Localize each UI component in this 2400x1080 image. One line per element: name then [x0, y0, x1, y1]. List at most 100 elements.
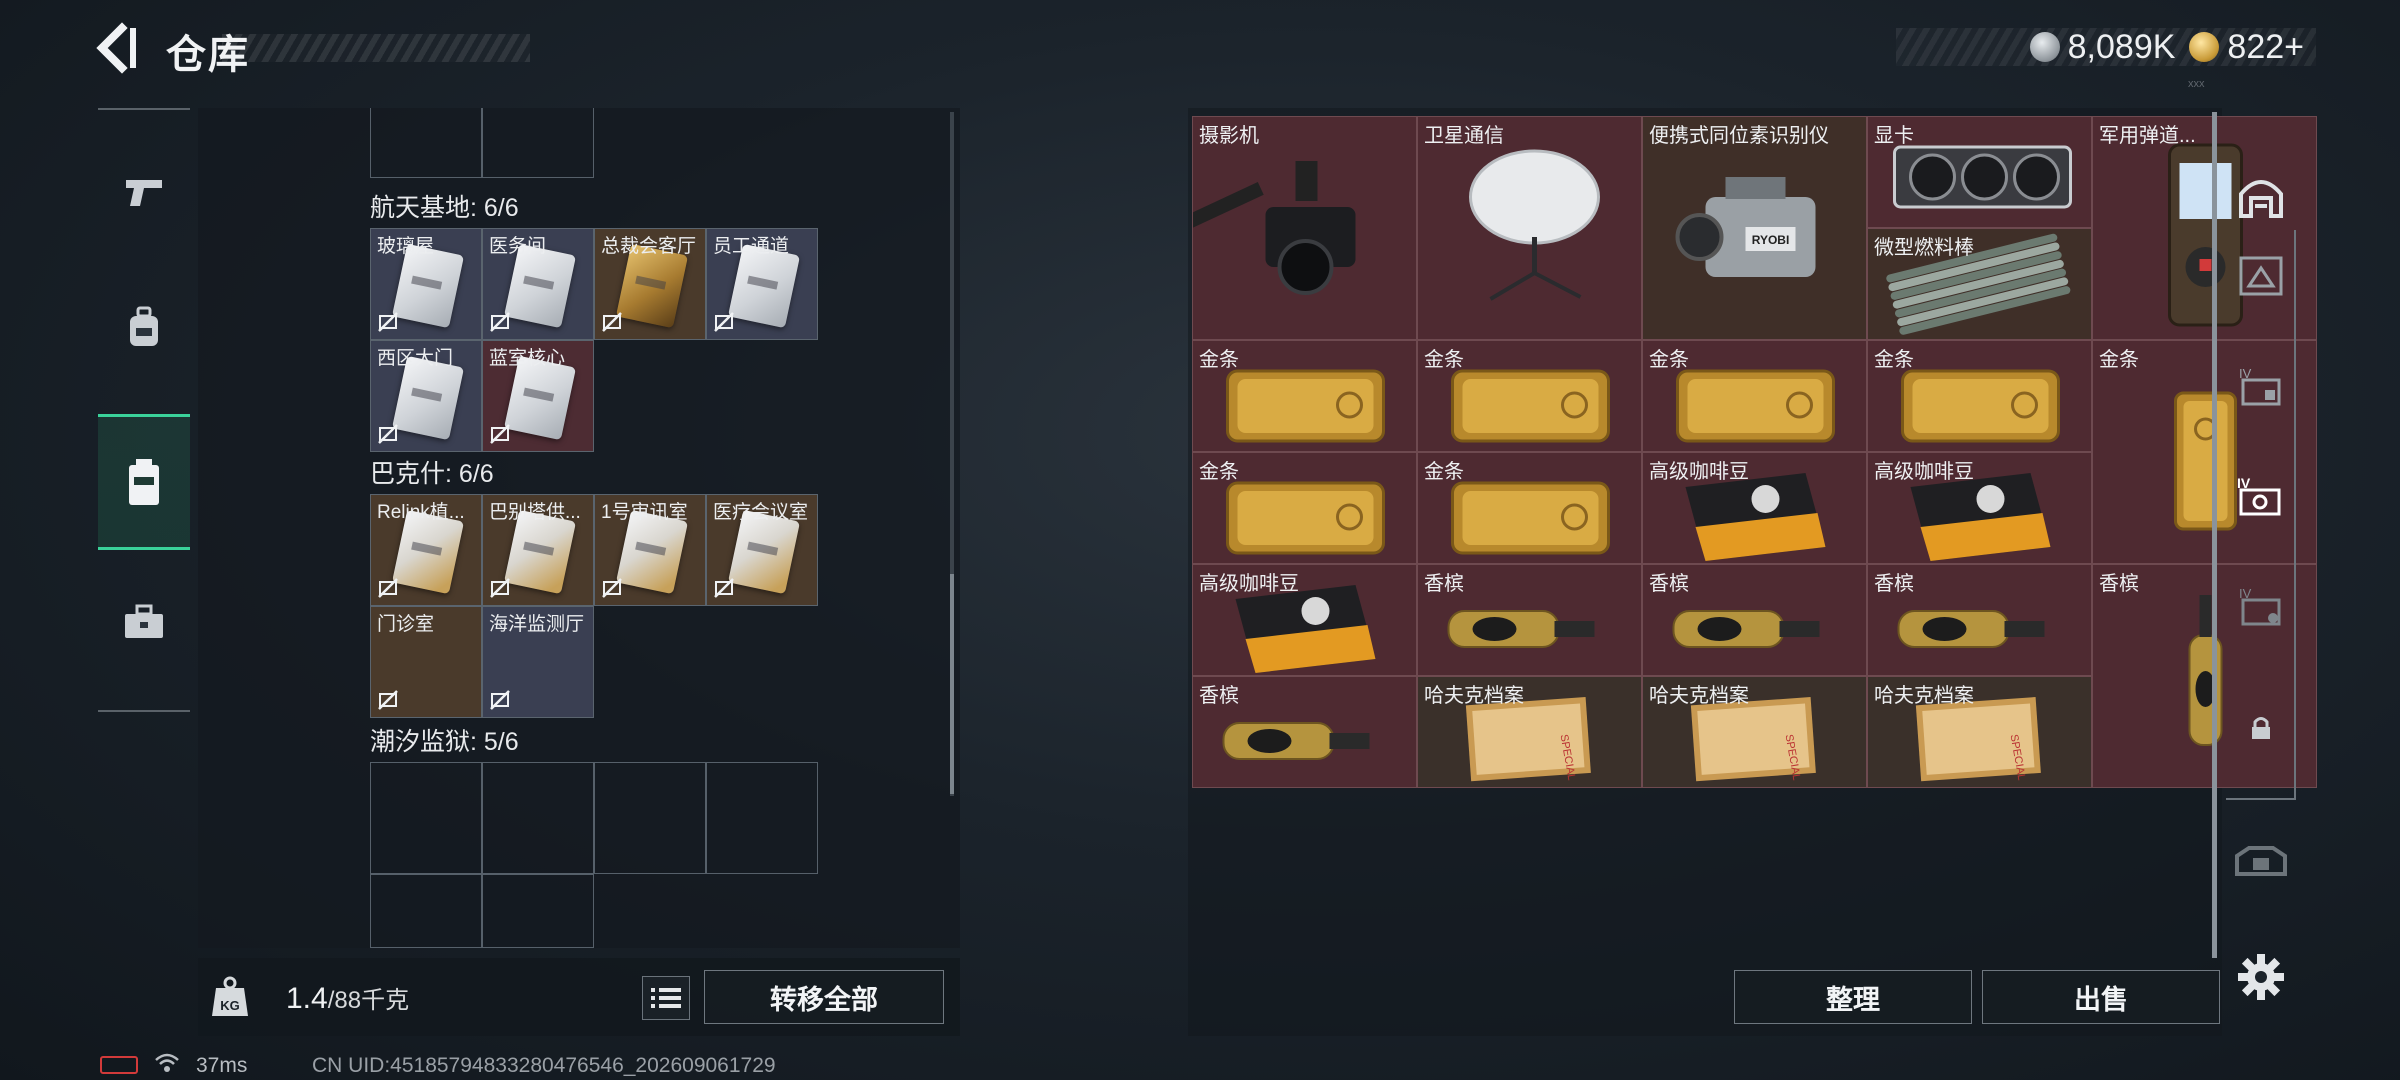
stash-tabs-nav: IV IV IV: [2226, 140, 2296, 876]
stash-item[interactable]: 微型燃料棒: [1867, 228, 2092, 340]
tab-warehouse-locked[interactable]: [2226, 804, 2296, 924]
no-card-return-icon: [490, 690, 510, 710]
keycard-name: 医疗会议室: [713, 502, 809, 523]
backpack-icon: [130, 306, 158, 346]
tab-warehouse-4[interactable]: IV: [2226, 546, 2296, 666]
keycard-name: 员工通道: [713, 236, 790, 257]
section-label-tidal-prison: 潮汐监狱: 5/6: [370, 728, 519, 756]
keycard-slot[interactable]: 西区大门: [370, 340, 482, 452]
stash-item-name: 金条: [1199, 349, 1239, 371]
stash-item[interactable]: 金条: [1642, 340, 1867, 452]
stash-item-name: 香槟: [2099, 573, 2139, 595]
stash-item[interactable]: RYOBI 便携式同位素识别仪: [1642, 116, 1867, 340]
currency-silver[interactable]: 8,089K: [2029, 27, 2176, 67]
currency-silver-value: 8,089K: [2067, 27, 2176, 66]
keycard-slot[interactable]: 巴别塔供...: [482, 494, 594, 606]
stash-item[interactable]: 摄影机: [1192, 116, 1417, 340]
no-card-return-icon: [490, 578, 510, 598]
empty-card-slot[interactable]: [370, 762, 482, 874]
section-label-aerospace: 航天基地: 6/6: [370, 194, 519, 222]
stash-item[interactable]: SPECIAL 哈夫克档案: [1417, 676, 1642, 788]
stash-item-name: 摄影机: [1199, 125, 1259, 147]
empty-card-slot[interactable]: [482, 874, 594, 948]
tab-warehouse-1[interactable]: [2226, 216, 2296, 336]
sell-button[interactable]: 出售: [1982, 970, 2220, 1024]
stash-item-name: 哈夫克档案: [1874, 685, 1974, 707]
stash-item[interactable]: 金条: [1417, 340, 1642, 452]
stash-item-name: 高级咖啡豆: [1874, 461, 1974, 483]
keycard-slot[interactable]: 医务间: [482, 228, 594, 340]
empty-card-slot[interactable]: [370, 874, 482, 948]
pistol-icon: [126, 180, 162, 206]
stash-item[interactable]: 香槟: [1417, 564, 1642, 676]
briefcase-icon: [125, 604, 163, 638]
no-card-return-icon: [490, 424, 510, 444]
stash-item-name: 香槟: [1199, 685, 1239, 707]
empty-card-slot[interactable]: [594, 762, 706, 874]
tab-warehouse-3[interactable]: IV: [2226, 436, 2296, 556]
stash-item[interactable]: 金条: [1192, 340, 1417, 452]
stash-item[interactable]: 香槟: [1642, 564, 1867, 676]
back-button[interactable]: [96, 22, 140, 74]
stash-item[interactable]: 高级咖啡豆: [1192, 564, 1417, 676]
vault-icon: [2239, 180, 2283, 218]
nav-card-case[interactable]: [98, 414, 190, 550]
nav-briefcase[interactable]: [98, 554, 190, 690]
svg-text:RYOBI: RYOBI: [1752, 233, 1790, 247]
page-title: 仓库: [166, 33, 250, 77]
keycard-slot[interactable]: 海洋监测厅: [482, 606, 594, 718]
uid-readout: CN UID:4518579483328047654­6_20260906172…: [312, 1054, 776, 1077]
stash-item[interactable]: 香槟: [1192, 676, 1417, 788]
empty-card-slot[interactable]: [482, 762, 594, 874]
stash-item[interactable]: 卫星通信: [1417, 116, 1642, 340]
keycard-slot[interactable]: Relink植...: [370, 494, 482, 606]
keycard-slot[interactable]: 总裁会客厅: [594, 228, 706, 340]
stash-scrollbar-thumb[interactable]: [2212, 112, 2217, 958]
card-holder-scroll-area[interactable]: 航天基地: 6/6 玻璃屋 医务间 总裁会客厅 员工通道西区大门 蓝室核心 巴克什: 6…: [198, 108, 960, 948]
stash-item[interactable]: 高级咖啡豆: [1867, 452, 2092, 564]
title-decoration: [222, 34, 530, 62]
stash-item[interactable]: SPECIAL 哈夫克档案: [1867, 676, 2092, 788]
section-label-bakhsh: 巴克什: 6/6: [370, 460, 494, 488]
stash-item[interactable]: 高级咖啡豆: [1642, 452, 1867, 564]
empty-card-slot[interactable]: [482, 108, 594, 178]
stash-item[interactable]: 香槟: [1867, 564, 2092, 676]
keycard-name: 蓝室核心: [489, 348, 566, 369]
keycard-name: 海洋监测厅: [489, 614, 585, 635]
gold-triangle-coin-icon: [2189, 32, 2220, 62]
card-case-icon: [129, 459, 159, 505]
list-icon: [651, 988, 681, 1008]
empty-card-slot[interactable]: [370, 108, 482, 178]
stash-item[interactable]: SPECIAL 哈夫克档案: [1642, 676, 1867, 788]
stash-item-name: 金条: [1874, 349, 1914, 371]
stash-item-name: 香槟: [1874, 573, 1914, 595]
tab-locked[interactable]: [2226, 668, 2296, 788]
transfer-all-button[interactable]: 转移全部: [704, 970, 944, 1024]
no-card-return-icon: [378, 424, 398, 444]
weight-max: /88千克: [327, 987, 410, 1014]
keycard-name: Relink植...: [377, 502, 465, 523]
currency-gold[interactable]: 822+: [2189, 28, 2304, 67]
stash-item-name: 金条: [1424, 349, 1464, 371]
keycard-slot[interactable]: 玻璃屋: [370, 228, 482, 340]
left-scrollbar-thumb[interactable]: [950, 574, 954, 794]
sort-button[interactable]: 整理: [1734, 970, 1972, 1024]
list-view-button[interactable]: [642, 976, 690, 1020]
stash-item[interactable]: 显卡: [1867, 116, 2092, 228]
stash-item[interactable]: 金条: [1867, 340, 2092, 452]
keycard-slot[interactable]: 门诊室: [370, 606, 482, 718]
keycard-slot[interactable]: 蓝室核心: [482, 340, 594, 452]
stash-item[interactable]: 金条: [1417, 452, 1642, 564]
isotope-detector-icon: RYOBI: [1675, 177, 1816, 277]
lock-icon: [2252, 717, 2270, 739]
settings-button[interactable]: [2236, 952, 2286, 1002]
stash-item[interactable]: 金条: [1192, 452, 1417, 564]
keycard-slot[interactable]: 1号审讯室: [594, 494, 706, 606]
nav-weapons[interactable]: [98, 124, 190, 260]
keycard-slot[interactable]: 员工通道: [706, 228, 818, 340]
keycard-slot[interactable]: 医疗会议室: [706, 494, 818, 606]
warehouse-tab-3-icon: IV: [2237, 475, 2281, 516]
tab-warehouse-2[interactable]: IV: [2226, 326, 2296, 446]
nav-backpack[interactable]: [98, 260, 190, 396]
empty-card-slot[interactable]: [706, 762, 818, 874]
